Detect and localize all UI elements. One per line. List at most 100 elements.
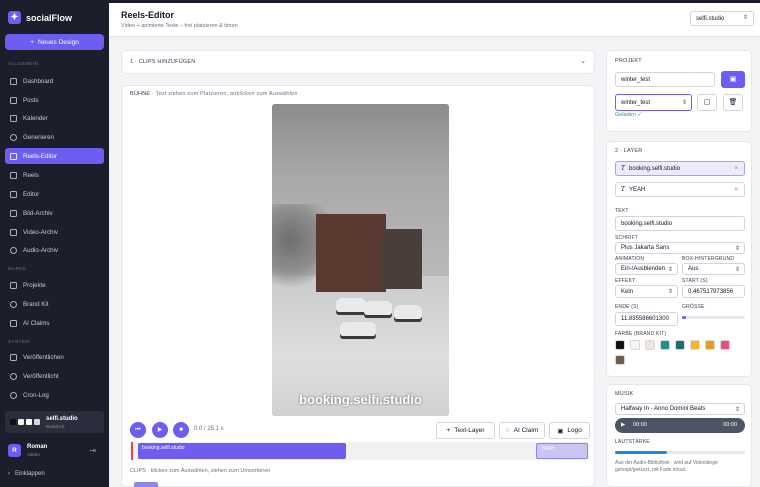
sidebar-item-generieren[interactable]: Generieren: [5, 129, 104, 145]
sidebar-item-dashboard[interactable]: Dashboard: [5, 73, 104, 89]
play-icon[interactable]: ▶: [621, 422, 625, 428]
playhead[interactable]: [131, 442, 133, 460]
new-file-icon[interactable]: ▢: [697, 94, 717, 111]
color-swatch[interactable]: [690, 340, 700, 350]
sidebar-item-audio-archiv[interactable]: Audio-Archiv: [5, 242, 104, 258]
timeline[interactable]: booking.selfi.studio YEAH: [130, 442, 589, 460]
timeline-segment[interactable]: YEAH: [536, 443, 588, 459]
layer-item[interactable]: T YEAH ×: [615, 182, 745, 197]
effect-select[interactable]: Kein ⇕: [615, 285, 678, 298]
font-label: SCHRIFT: [615, 235, 639, 241]
sidebar-item-veroeffentlichen[interactable]: Veröffentlichen: [5, 349, 104, 365]
timeline-segment[interactable]: booking.selfi.studio: [138, 443, 346, 459]
project-title: PROJEKT: [615, 58, 642, 64]
color-swatch[interactable]: [615, 340, 625, 350]
sidebar-item-label: Audio-Archiv: [23, 246, 59, 254]
project-name-input[interactable]: winter_test: [615, 72, 715, 87]
color-swatch[interactable]: [645, 340, 655, 350]
layer-title: 2 · LAYER: [615, 148, 643, 154]
save-icon[interactable]: ▣: [721, 71, 745, 88]
add-text-layer-button[interactable]: + Text-Layer: [436, 422, 495, 439]
clock-icon: [10, 391, 17, 399]
close-icon[interactable]: ×: [734, 187, 738, 193]
track-select[interactable]: Halfway In - Anno Domini Beats ⇕: [615, 403, 745, 415]
workspace-switcher[interactable]: selfi.studio Brand Kit: [5, 411, 104, 433]
audio-player[interactable]: ▶ 00:00 00:00: [615, 418, 745, 433]
sidebar-item-label: Veröffentlicht: [23, 372, 59, 380]
send-icon: [10, 353, 17, 361]
logo-button[interactable]: ▣ Logo: [549, 422, 590, 439]
page-title: Reels-Editor: [121, 10, 175, 20]
workspace-select[interactable]: selfi.studio ⇕: [690, 11, 754, 26]
box-background-label: BOX-HINTERGRUND: [682, 256, 735, 262]
play-icon[interactable]: ▶: [152, 422, 168, 438]
project-select[interactable]: winter_test ⇕: [615, 94, 692, 111]
color-swatch[interactable]: [720, 340, 730, 350]
sidebar-item-cron-log[interactable]: Cron-Log: [5, 387, 104, 403]
stop-icon[interactable]: ■: [173, 422, 189, 438]
music-note: Aus der Audio-Bibliothek · wird auf Vide…: [615, 460, 718, 473]
collapse-button[interactable]: ‹ Einklappen: [8, 471, 45, 477]
brand[interactable]: ✦ socialFlow: [8, 11, 72, 24]
video-preview[interactable]: booking.selfi.studio: [272, 104, 449, 416]
color-swatch[interactable]: [615, 355, 625, 365]
brand-color-chip: [18, 419, 24, 425]
section-system: SYSTEM: [8, 339, 30, 344]
sidebar-item-posts[interactable]: Posts: [5, 92, 104, 108]
preview-building: [382, 229, 422, 289]
brand-logo-icon: ✦: [8, 11, 21, 24]
sidebar-item-label: Generieren: [23, 133, 54, 141]
trash-icon[interactable]: 🗑: [723, 94, 743, 111]
new-design-button[interactable]: + Neues Design: [5, 34, 104, 50]
workspace-name: selfi.studio: [46, 416, 78, 422]
clip-thumbnail[interactable]: [134, 482, 158, 487]
sidebar-item-reels-editor[interactable]: Reels-Editor: [5, 148, 104, 164]
clips-section[interactable]: 1 · CLIPS HINZUFÜGEN ⌄: [121, 50, 595, 74]
sidebar-item-label: Reels: [23, 171, 39, 179]
calendar-icon: [10, 114, 17, 122]
user-profile[interactable]: R Roman Admin ⇥: [8, 443, 100, 459]
sidebar-item-video-archiv[interactable]: Video-Archiv: [5, 224, 104, 240]
animation-label: ANIMATION: [615, 256, 645, 262]
sidebar-item-projekte[interactable]: Projekte: [5, 277, 104, 293]
end-input[interactable]: 11.835586601300: [615, 312, 678, 326]
skip-back-icon[interactable]: ⏮: [130, 422, 146, 438]
sidebar-item-ai-claims[interactable]: AI Claims: [5, 315, 104, 331]
color-swatch[interactable]: [675, 340, 685, 350]
chevron-updown-icon: ⇕: [734, 245, 740, 252]
text-type-icon: T: [621, 165, 626, 172]
color-swatch[interactable]: [705, 340, 715, 350]
clips-section-title: 1 · CLIPS HINZUFÜGEN: [130, 59, 196, 65]
sidebar-item-veroeffentlicht[interactable]: Veröffentlicht: [5, 368, 104, 384]
layer-item[interactable]: T booking.selfi.studio ×: [615, 161, 745, 176]
music-panel: MUSIK Halfway In - Anno Domini Beats ⇕ ▶…: [606, 384, 752, 487]
plus-icon: +: [30, 38, 34, 46]
volume-slider[interactable]: [615, 451, 745, 454]
sidebar-item-reels[interactable]: Reels: [5, 167, 104, 183]
font-select[interactable]: Plus Jakarta Sans ⇕: [615, 242, 745, 254]
start-input[interactable]: 0.467517973856: [682, 285, 745, 298]
close-icon[interactable]: ×: [734, 166, 738, 172]
text-layer-overlay[interactable]: booking.selfi.studio: [272, 392, 449, 407]
colors-label: FARBE (BRAND KIT): [615, 331, 667, 337]
sidebar-item-bild-archiv[interactable]: Bild-Archiv: [5, 205, 104, 221]
volume-slider-fill: [615, 451, 667, 454]
text-label: TEXT: [615, 208, 629, 214]
sidebar-item-label: Reels-Editor: [23, 152, 58, 160]
color-swatch[interactable]: [630, 340, 640, 350]
add-text-layer-label: Text-Layer: [454, 427, 485, 434]
sidebar-item-editor[interactable]: Editor: [5, 186, 104, 202]
preview-car: [364, 301, 392, 315]
box-background-select[interactable]: Aus ⇕: [682, 263, 745, 275]
ai-claim-button[interactable]: ◌ AI Claim: [499, 422, 545, 439]
size-slider[interactable]: [682, 316, 745, 319]
sidebar-item-label: Dashboard: [23, 77, 54, 85]
logout-icon[interactable]: ⇥: [89, 446, 96, 455]
animation-select[interactable]: Ein-/Ausblenden ⇕: [615, 263, 678, 275]
text-input[interactable]: booking.selfi.studio: [615, 216, 745, 231]
stage-panel: BÜHNE · Text ziehen zum Platzieren, ankl…: [121, 85, 595, 487]
color-swatch[interactable]: [660, 340, 670, 350]
workspace-select-value: selfi.studio: [696, 15, 725, 22]
sidebar-item-kalender[interactable]: Kalender: [5, 110, 104, 126]
sidebar-item-brand-kit[interactable]: Brand Kit: [5, 296, 104, 312]
